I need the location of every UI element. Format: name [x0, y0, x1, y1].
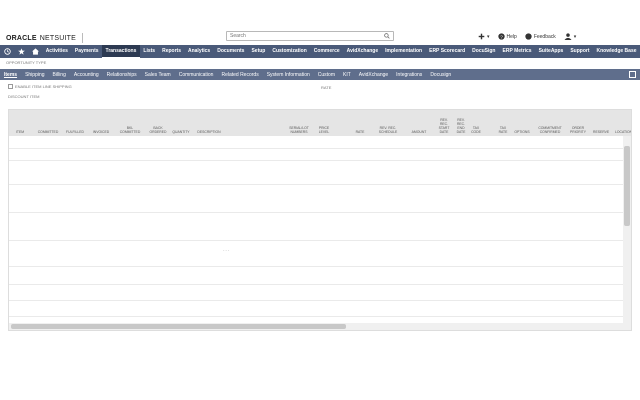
shortcuts-star-icon[interactable]: [14, 45, 28, 58]
nav-item-activities[interactable]: Activities: [42, 45, 71, 58]
subtab-shipping[interactable]: Shipping: [21, 72, 48, 78]
user-icon: [564, 33, 572, 40]
column-header-back-ordered[interactable]: BACK ORDERED: [149, 126, 167, 134]
main-navigation: Activities Payments Transactions Lists Repor…: [0, 45, 640, 58]
subtab-kit[interactable]: KIT: [339, 72, 355, 78]
subtab-sales-team[interactable]: Sales Team: [141, 72, 175, 78]
column-header-quantity[interactable]: QUANTITY: [171, 130, 191, 134]
table-row[interactable]: [9, 266, 631, 285]
nav-item-support[interactable]: Support: [567, 45, 593, 58]
vertical-scroll-thumb[interactable]: [624, 146, 630, 226]
items-grid: ITEM COMMITTED FULFILLED INVOICED BKL COMMIT…: [8, 109, 632, 331]
column-header-rev-rec-end-date[interactable]: REV. REC. END DATE: [454, 118, 468, 134]
table-row[interactable]: [9, 240, 631, 267]
subtab-docusign[interactable]: Docusign: [426, 72, 455, 78]
table-row[interactable]: [9, 284, 631, 301]
column-header-tax-code[interactable]: TAX CODE: [469, 126, 483, 134]
plus-icon: [478, 33, 485, 40]
column-header-fulfilled[interactable]: FULFILLED: [65, 130, 85, 134]
nav-item-suiteapps[interactable]: SuiteApps: [535, 45, 567, 58]
column-header-committed[interactable]: COMMITTED: [37, 130, 59, 134]
grid-loading-ellipsis: - - -: [223, 247, 230, 252]
help-link[interactable]: ? Help: [497, 33, 517, 40]
discount-item-label: DISCOUNT ITEM: [8, 94, 40, 99]
column-header-reserve[interactable]: RESERVE: [593, 130, 609, 134]
column-header-rev-rec-schedule[interactable]: REV. REC. SCHEDULE: [375, 126, 401, 134]
column-header-serial-lot-numbers[interactable]: SERIAL/LOT NUMBERS: [287, 126, 311, 134]
subtab-related-records[interactable]: Related Records: [217, 72, 262, 78]
nav-item-setup[interactable]: Setup: [248, 45, 269, 58]
nav-item-customization[interactable]: Customization: [269, 45, 310, 58]
column-header-location[interactable]: LOCATION: [615, 130, 631, 134]
vertical-scrollbar[interactable]: [623, 136, 631, 330]
nav-item-documents[interactable]: Documents: [214, 45, 248, 58]
enable-line-shipping-checkbox[interactable]: [8, 84, 13, 89]
nav-item-avidxchange[interactable]: AvidXchange: [343, 45, 382, 58]
column-header-options[interactable]: OPTIONS: [514, 130, 530, 134]
nav-item-payments[interactable]: Payments: [71, 45, 102, 58]
enable-line-shipping-label: ENABLE ITEM LINE SHIPPING: [15, 84, 72, 89]
table-row[interactable]: [9, 212, 631, 241]
brand-logo[interactable]: ORACLE NETSUITE: [6, 33, 83, 43]
rate-label: RATE: [321, 85, 332, 90]
nav-item-commerce[interactable]: Commerce: [310, 45, 343, 58]
table-row[interactable]: [9, 160, 631, 185]
table-row[interactable]: [9, 300, 631, 317]
subtab-bar: Items Shipping Billing Accounting Relationsh…: [0, 69, 640, 80]
column-header-rev-rec-start-date[interactable]: REV. REC. START DATE: [437, 118, 451, 134]
nav-item-analytics[interactable]: Analytics: [184, 45, 213, 58]
column-header-bkl-committed[interactable]: BKL COMMITTED: [119, 126, 141, 134]
subtab-accounting[interactable]: Accounting: [70, 72, 103, 78]
nav-item-docusign[interactable]: DocuSign: [469, 45, 499, 58]
subtab-relationships[interactable]: Relationships: [103, 72, 141, 78]
search-input[interactable]: [227, 32, 380, 40]
header-bar: ORACLE NETSUITE ▾ ? Help Feedback ▾: [0, 0, 640, 44]
horizontal-scrollbar[interactable]: [9, 323, 625, 330]
recent-records-icon[interactable]: [0, 45, 14, 58]
column-header-description[interactable]: DESCRIPTION: [195, 130, 223, 134]
column-header-tax-rate[interactable]: TAX RATE: [497, 126, 509, 134]
logo-divider: [81, 33, 83, 43]
nav-item-erp-metrics[interactable]: ERP Metrics: [499, 45, 535, 58]
user-profile-menu[interactable]: ▾: [564, 33, 576, 40]
column-header-item[interactable]: ITEM: [13, 130, 27, 134]
nav-item-transactions[interactable]: Transactions: [102, 45, 140, 58]
svg-text:?: ?: [500, 34, 503, 40]
subtab-system-information[interactable]: System Information: [263, 72, 314, 78]
oracle-wordmark: ORACLE: [6, 34, 37, 42]
netsuite-wordmark: NETSUITE: [39, 34, 76, 42]
search-icon[interactable]: [384, 33, 390, 41]
subtab-billing[interactable]: Billing: [49, 72, 70, 78]
feedback-link[interactable]: Feedback: [525, 33, 556, 40]
nav-item-implementation[interactable]: Implementation: [382, 45, 426, 58]
grid-header: ITEM COMMITTED FULFILLED INVOICED BKL COMMIT…: [9, 110, 631, 136]
subtab-avidxchange[interactable]: AvidXchange: [355, 72, 392, 78]
subtab-communication[interactable]: Communication: [175, 72, 218, 78]
create-new-button[interactable]: ▾: [478, 33, 490, 40]
subtab-menu-icon[interactable]: [629, 71, 636, 78]
nav-item-knowledge-base[interactable]: Knowledge Base: [593, 45, 640, 58]
column-header-price-level[interactable]: PRICE LEVEL: [314, 126, 334, 134]
horizontal-scroll-thumb[interactable]: [11, 324, 346, 329]
column-header-invoiced[interactable]: INVOICED: [91, 130, 111, 134]
opportunity-type-label: OPPORTUNITY TYPE: [6, 60, 47, 65]
global-search[interactable]: [226, 31, 394, 41]
column-header-rate[interactable]: RATE: [353, 130, 367, 134]
table-row[interactable]: [9, 184, 631, 213]
column-header-commitment-confirmed[interactable]: COMMITMENT CONFIRMED: [537, 126, 563, 134]
nav-item-lists[interactable]: Lists: [140, 45, 159, 58]
help-icon: ?: [497, 33, 505, 40]
home-icon[interactable]: [28, 45, 42, 58]
column-header-amount[interactable]: AMOUNT: [411, 130, 427, 134]
subtab-custom[interactable]: Custom: [314, 72, 339, 78]
feedback-icon: [525, 33, 532, 40]
nav-item-reports[interactable]: Reports: [159, 45, 185, 58]
user-menu-area: ▾ ? Help Feedback ▾: [478, 33, 576, 40]
subtab-items[interactable]: Items: [0, 72, 21, 78]
nav-item-erp-scorecard[interactable]: ERP Scorecard: [426, 45, 469, 58]
enable-line-shipping-row: ENABLE ITEM LINE SHIPPING: [8, 84, 72, 89]
column-header-order-priority[interactable]: ORDER PRIORITY: [569, 126, 587, 134]
subtab-integrations[interactable]: Integrations: [392, 72, 426, 78]
